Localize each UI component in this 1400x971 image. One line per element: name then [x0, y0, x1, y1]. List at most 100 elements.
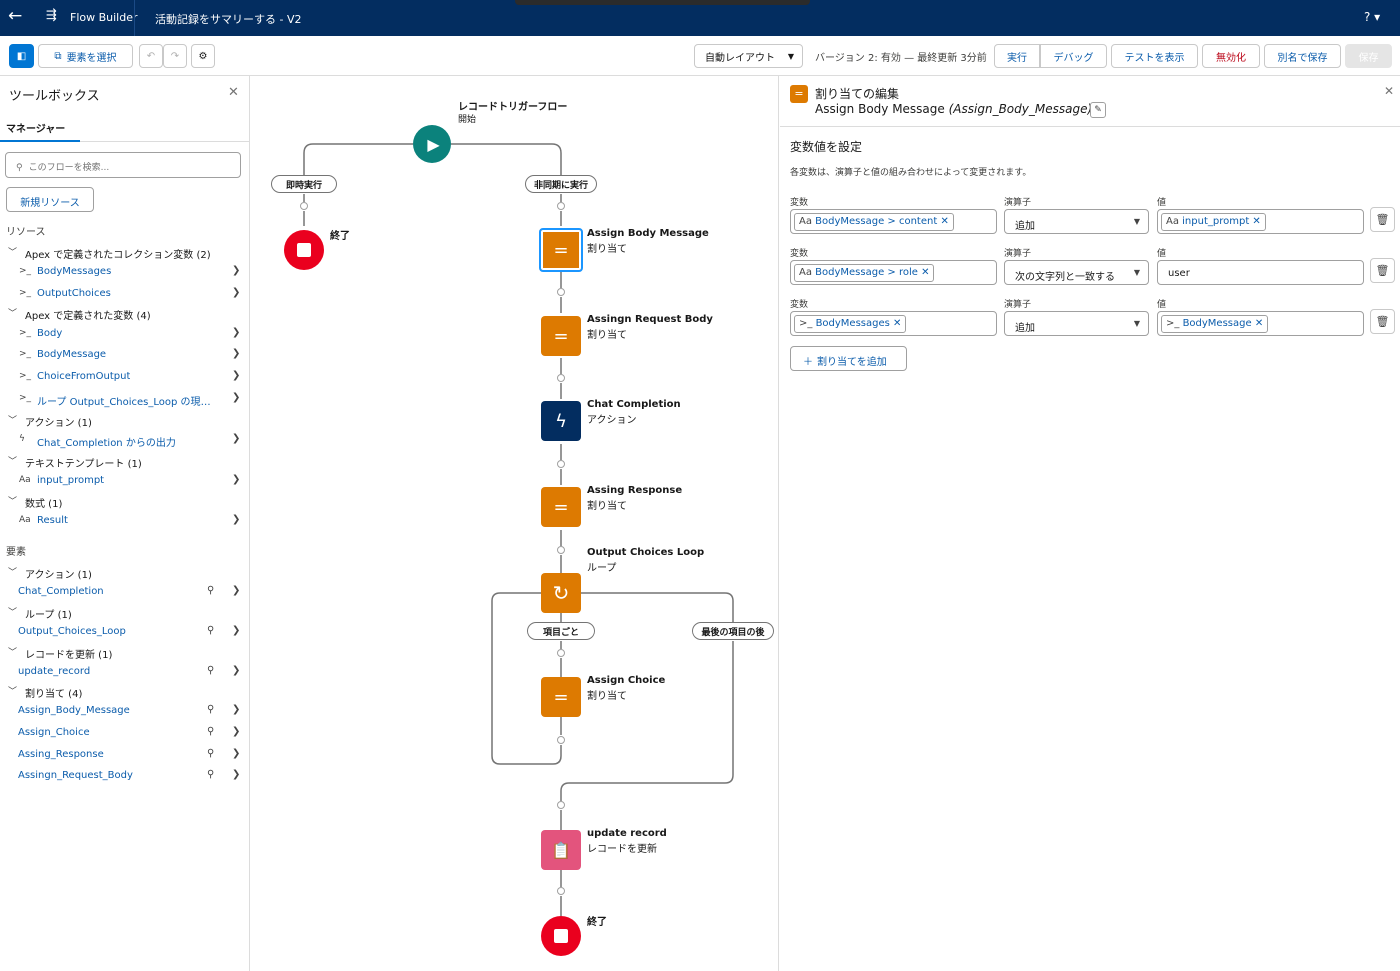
value-field[interactable]: user: [1157, 260, 1364, 285]
element-output-choices-loop[interactable]: Output_Choices_Loop ⚲ ❯: [0, 622, 249, 642]
resource-loop-current[interactable]: >_ ループ Output_Choices_Loop の現在の項目 ❯: [0, 389, 249, 409]
resource-body[interactable]: >_ Body ❯: [0, 324, 249, 344]
flow-canvas[interactable]: レコードトリガーフロー 開始 ▶ 即時実行 非同期に実行 終了 = Assign…: [251, 76, 779, 971]
assign-body-message-node[interactable]: =: [539, 228, 583, 272]
search-input[interactable]: ⚲ このフローを検索...: [5, 152, 241, 178]
resource-bodymessage[interactable]: >_ BodyMessage ❯: [0, 345, 249, 365]
end-node-left[interactable]: [284, 230, 324, 270]
group-apex-vars[interactable]: ﹀ Apex で定義された変数 (4): [0, 303, 249, 323]
element-name: Assign Body Message (Assign_Body_Message…: [815, 102, 1092, 116]
element-update-record[interactable]: update_record ⚲ ❯: [0, 662, 249, 682]
end-node-bottom[interactable]: [541, 916, 581, 956]
variable-icon: >_: [19, 288, 32, 298]
deactivate-button[interactable]: 無効化: [1202, 44, 1260, 68]
resource-label: BodyMessages: [37, 266, 112, 277]
operator-select[interactable]: 次の文字列と一致する ▼: [1004, 260, 1149, 285]
assing-response-node[interactable]: =: [541, 487, 581, 527]
variable-field[interactable]: >_ BodyMessages ✕: [790, 311, 997, 336]
group-actions[interactable]: ﹀ アクション (1): [0, 410, 249, 430]
value-field[interactable]: >_ BodyMessage ✕: [1157, 311, 1364, 336]
text-icon: Aa: [1166, 216, 1183, 227]
redo-button[interactable]: ↷: [163, 44, 187, 68]
element-assign-choice[interactable]: Assign_Choice ⚲ ❯: [0, 723, 249, 743]
assign-choice-node[interactable]: =: [541, 677, 581, 717]
show-tests-button[interactable]: テストを表示: [1111, 44, 1198, 68]
variable-field[interactable]: Aa BodyMessage > role ✕: [790, 260, 997, 285]
layout-select[interactable]: 自動レイアウト ▼: [694, 44, 803, 68]
resource-input-prompt[interactable]: Aa input_prompt ❯: [0, 471, 249, 491]
back-arrow-icon[interactable]: ←: [8, 6, 22, 26]
group-apex-collection[interactable]: ﹀ Apex で定義されたコレクション変数 (2): [0, 242, 249, 262]
group-label: ループ (1): [25, 610, 72, 621]
element-assign-body-message[interactable]: Assign_Body_Message ⚲ ❯: [0, 701, 249, 721]
toolbox-panel: ツールボックス ✕ マネージャー ⚲ このフローを検索... 新規リソース リソー…: [0, 76, 250, 971]
update-record-node[interactable]: 📋: [541, 830, 581, 870]
chevron-down-icon: ▼: [1133, 319, 1140, 328]
undo-button[interactable]: ↶: [139, 44, 163, 68]
node-label: Output Choices Loop: [587, 547, 705, 558]
chat-completion-node[interactable]: ϟ: [541, 401, 581, 441]
element-assingn-request-body[interactable]: Assingn_Request_Body ⚲ ❯: [0, 766, 249, 786]
element-group-assignments[interactable]: ﹀ 割り当て (4): [0, 681, 249, 701]
select-elements-button[interactable]: ⧉ 要素を選択: [38, 44, 133, 68]
node-sublabel: ループ: [587, 563, 617, 574]
variable-label: 変数: [790, 198, 809, 208]
resource-chat-output[interactable]: ϟ Chat_Completion からの出力 ❯: [0, 430, 249, 450]
element-group-loops[interactable]: ﹀ ループ (1): [0, 602, 249, 622]
run-button[interactable]: 実行: [994, 44, 1040, 68]
edit-icon[interactable]: ✎: [1090, 102, 1106, 118]
save-button[interactable]: 保存: [1345, 44, 1392, 68]
value-field[interactable]: Aa input_prompt ✕: [1157, 209, 1364, 234]
delete-row-button[interactable]: 🗑: [1370, 207, 1395, 232]
group-formulas[interactable]: ﹀ 数式 (1): [0, 491, 249, 511]
search-icon[interactable]: ⚲: [207, 704, 214, 715]
delete-row-button[interactable]: 🗑: [1370, 258, 1395, 283]
for-each-path-label: 項目ごと: [527, 622, 595, 640]
assign-request-body-node[interactable]: =: [541, 316, 581, 356]
operator-label: 演算子: [1004, 249, 1032, 259]
element-chat-completion[interactable]: Chat_Completion ⚲ ❯: [0, 582, 249, 602]
close-icon[interactable]: ✕: [1384, 84, 1394, 98]
element-group-actions[interactable]: ﹀ アクション (1): [0, 562, 249, 582]
element-label: Output_Choices_Loop: [18, 626, 126, 637]
trash-icon: 🗑: [1375, 213, 1390, 226]
operator-value: 追加: [1015, 323, 1035, 334]
toggle-toolbox-button[interactable]: ◧: [9, 44, 34, 68]
equals-icon: =: [553, 496, 569, 518]
tab-manager[interactable]: マネージャー: [6, 120, 65, 135]
new-resource-button[interactable]: 新規リソース: [6, 187, 94, 212]
element-group-update-records[interactable]: ﹀ レコードを更新 (1): [0, 642, 249, 662]
variable-field[interactable]: Aa BodyMessage > content ✕: [790, 209, 997, 234]
resources-header-label: リソース: [6, 227, 46, 238]
save-as-button[interactable]: 別名で保存: [1264, 44, 1341, 68]
search-icon[interactable]: ⚲: [207, 748, 214, 759]
operator-select[interactable]: 追加 ▼: [1004, 311, 1149, 336]
output-choices-loop-node[interactable]: ↻: [541, 573, 581, 613]
resource-result[interactable]: Aa Result ❯: [0, 511, 249, 531]
resource-bodymessages[interactable]: >_ BodyMessages ❯: [0, 262, 249, 282]
resource-outputchoices[interactable]: >_ OutputChoices ❯: [0, 284, 249, 304]
search-icon[interactable]: ⚲: [207, 665, 214, 676]
search-icon[interactable]: ⚲: [207, 726, 214, 737]
search-icon[interactable]: ⚲: [207, 585, 214, 596]
value-label: 値: [1157, 198, 1167, 208]
element-assing-response[interactable]: Assing_Response ⚲ ❯: [0, 745, 249, 765]
help-menu[interactable]: ? ▾: [1364, 10, 1380, 24]
debug-button[interactable]: デバッグ: [1040, 44, 1107, 68]
start-node[interactable]: ▶: [413, 125, 451, 163]
chevron-down-icon: ﹀: [8, 568, 18, 578]
close-icon[interactable]: ✕: [228, 85, 239, 100]
settings-button[interactable]: ⚙: [191, 44, 215, 68]
node-label: update record: [587, 828, 667, 839]
chevron-down-icon: ﹀: [8, 248, 18, 258]
operator-value: 追加: [1015, 221, 1035, 232]
delete-row-button[interactable]: 🗑: [1370, 309, 1395, 334]
add-assignment-button[interactable]: ＋ 割り当てを追加: [790, 346, 907, 371]
search-icon[interactable]: ⚲: [207, 769, 214, 780]
group-text-templates[interactable]: ﹀ テキストテンプレート (1): [0, 451, 249, 471]
resource-choicefromoutput[interactable]: >_ ChoiceFromOutput ❯: [0, 367, 249, 387]
divider: [134, 0, 135, 36]
divider: [780, 126, 1400, 127]
operator-select[interactable]: 追加 ▼: [1004, 209, 1149, 234]
search-icon[interactable]: ⚲: [207, 625, 214, 636]
